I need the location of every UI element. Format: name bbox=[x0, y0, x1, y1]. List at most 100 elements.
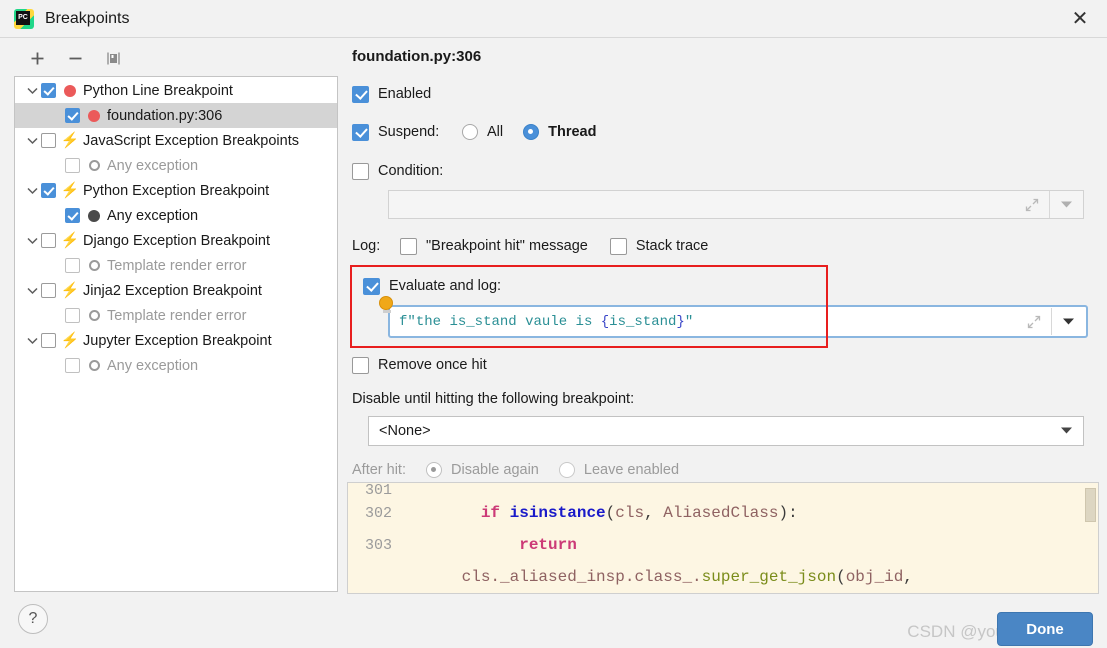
suspend-row: Suspend: All Thread bbox=[352, 119, 1092, 145]
evaluate-and-log-row: Evaluate and log: bbox=[352, 273, 1092, 299]
tree-item-label: Template render error bbox=[107, 307, 247, 324]
exception-bolt-icon: ⚡ bbox=[60, 282, 80, 299]
tree-item[interactable]: ⚡ Python Exception Breakpoint bbox=[15, 178, 337, 203]
after-hit-disable-again-radio[interactable] bbox=[426, 462, 442, 478]
tree-item[interactable]: Python Line Breakpoint bbox=[15, 78, 337, 103]
tree-item-checkbox[interactable] bbox=[65, 158, 80, 173]
tree-item-checkbox[interactable] bbox=[65, 308, 80, 323]
tree-item[interactable]: Template render error bbox=[15, 303, 337, 328]
remove-breakpoint-icon[interactable] bbox=[64, 47, 86, 69]
lightbulb-icon[interactable] bbox=[379, 296, 393, 313]
tree-item-label: Any exception bbox=[107, 157, 199, 174]
chevron-down-icon[interactable] bbox=[23, 237, 41, 245]
disable-until-combobox[interactable]: <None> bbox=[368, 416, 1084, 446]
condition-row: Condition: bbox=[352, 158, 1092, 184]
window-title: Breakpoints bbox=[45, 9, 130, 27]
log-hit-message-checkbox[interactable] bbox=[400, 237, 417, 255]
enabled-checkbox[interactable] bbox=[352, 85, 369, 103]
code-line-text: return bbox=[519, 536, 577, 554]
remove-once-hit-checkbox[interactable] bbox=[352, 356, 369, 374]
tree-item-checkbox[interactable] bbox=[65, 258, 80, 273]
tree-item[interactable]: Template render error bbox=[15, 253, 337, 278]
evaluate-expression-text: f"the is_stand vaule is {is_stand}" bbox=[399, 313, 694, 330]
chevron-down-icon[interactable] bbox=[23, 87, 41, 95]
done-button[interactable]: Done bbox=[997, 612, 1093, 646]
tree-item-checkbox[interactable] bbox=[65, 358, 80, 373]
tree-item[interactable]: foundation.py:306 bbox=[15, 103, 337, 128]
tree-item[interactable]: Any exception bbox=[15, 353, 337, 378]
tree-toolbar bbox=[14, 42, 338, 74]
enabled-row: Enabled bbox=[352, 81, 1092, 107]
condition-label: Condition: bbox=[378, 163, 444, 179]
close-icon[interactable]: ✕ bbox=[1065, 4, 1095, 34]
log-stack-trace-label: Stack trace bbox=[635, 238, 709, 254]
enabled-label-text: Enabled bbox=[378, 86, 432, 102]
tree-item-checkbox[interactable] bbox=[41, 333, 56, 348]
code-line: 302 if isinstance(cls, AliasedClass): bbox=[348, 497, 1098, 529]
evaluate-expression-field[interactable]: f"the is_stand vaule is {is_stand}" bbox=[388, 305, 1088, 338]
page-title: foundation.py:306 bbox=[352, 48, 482, 65]
tree-item-label: Python Exception Breakpoint bbox=[83, 182, 270, 199]
tree-item[interactable]: ⚡ Django Exception Breakpoint bbox=[15, 228, 337, 253]
suspend-all-radio[interactable] bbox=[462, 124, 478, 140]
evaluate-dropdown-icon[interactable] bbox=[1051, 308, 1085, 335]
code-scrollbar-thumb[interactable] bbox=[1085, 488, 1096, 522]
exception-ring-icon bbox=[87, 159, 101, 173]
suspend-checkbox[interactable] bbox=[352, 123, 369, 141]
chevron-down-icon[interactable] bbox=[23, 187, 41, 195]
add-breakpoint-icon[interactable] bbox=[26, 47, 48, 69]
exception-ring-icon bbox=[87, 309, 101, 323]
suspend-thread-radio[interactable] bbox=[523, 124, 540, 140]
exception-bolt-icon: ⚡ bbox=[60, 132, 80, 149]
chevron-down-icon[interactable] bbox=[23, 287, 41, 295]
exception-ring-icon bbox=[87, 359, 101, 373]
code-line: cls._aliased_insp.class_.super_get_json(… bbox=[348, 561, 1098, 593]
tree-item-label: Django Exception Breakpoint bbox=[83, 232, 271, 249]
condition-expand-icon[interactable] bbox=[1015, 191, 1049, 218]
window-titlebar: Breakpoints ✕ bbox=[0, 0, 1107, 38]
tree-item[interactable]: ⚡ Jinja2 Exception Breakpoint bbox=[15, 278, 337, 303]
breakpoint-dot-icon bbox=[63, 84, 77, 98]
tree-item-checkbox[interactable] bbox=[41, 233, 56, 248]
condition-field[interactable] bbox=[388, 190, 1084, 219]
evaluate-and-log-checkbox[interactable] bbox=[363, 277, 380, 295]
tree-item-checkbox[interactable] bbox=[41, 183, 56, 198]
condition-checkbox[interactable] bbox=[352, 162, 369, 180]
after-hit-leave-enabled-radio[interactable] bbox=[558, 462, 575, 478]
code-preview[interactable]: 301 302 if isinstance(cls, AliasedClass):… bbox=[347, 482, 1099, 594]
help-button[interactable]: ? bbox=[18, 604, 48, 634]
evaluate-expression-input[interactable]: f"the is_stand vaule is {is_stand}" bbox=[391, 308, 1017, 335]
suspend-label: Suspend: bbox=[378, 124, 440, 140]
condition-input[interactable] bbox=[389, 191, 1015, 218]
tree-item[interactable]: ⚡ Jupyter Exception Breakpoint bbox=[15, 328, 337, 353]
chevron-down-icon[interactable] bbox=[23, 137, 41, 145]
tree-item[interactable]: ⚡ JavaScript Exception Breakpoints bbox=[15, 128, 337, 153]
log-stack-trace-checkbox[interactable] bbox=[609, 237, 627, 255]
tree-item[interactable]: Any exception bbox=[15, 203, 337, 228]
breakpoints-tree[interactable]: Python Line Breakpoint foundation.py:306 ⚡… bbox=[14, 76, 338, 592]
condition-dropdown-icon[interactable] bbox=[1049, 191, 1083, 218]
group-breakpoints-icon[interactable] bbox=[102, 47, 124, 69]
breakpoint-dot-icon bbox=[87, 109, 101, 123]
breakpoint-details-pane: foundation.py:306 Enabled Suspend: All T… bbox=[352, 48, 1092, 483]
tree-item-checkbox[interactable] bbox=[41, 283, 56, 298]
evaluate-expand-icon[interactable] bbox=[1017, 308, 1051, 335]
tree-item-checkbox[interactable] bbox=[65, 208, 80, 223]
tree-item-checkbox[interactable] bbox=[41, 83, 56, 98]
disable-until-value: <None> bbox=[379, 423, 431, 439]
exception-bolt-icon: ⚡ bbox=[60, 332, 80, 349]
chevron-down-icon[interactable] bbox=[1060, 423, 1073, 439]
code-line-number: 301 bbox=[364, 482, 392, 499]
chevron-down-icon[interactable] bbox=[23, 337, 41, 345]
tree-item-checkbox[interactable] bbox=[41, 133, 56, 148]
tree-item-checkbox[interactable] bbox=[65, 108, 80, 123]
code-line: 303 return bbox=[348, 529, 1098, 561]
tree-item-label: Any exception bbox=[107, 357, 199, 374]
disable-until-label: Disable until hitting the following brea… bbox=[352, 391, 635, 407]
tree-item-label: Jinja2 Exception Breakpoint bbox=[83, 282, 262, 299]
after-hit-label: After hit: bbox=[352, 462, 406, 478]
remove-once-hit-label: Remove once hit bbox=[378, 357, 487, 373]
evaluate-and-log-label: Evaluate and log: bbox=[389, 278, 502, 294]
breakpoints-tree-pane: Python Line Breakpoint foundation.py:306 ⚡… bbox=[14, 42, 338, 592]
tree-item[interactable]: Any exception bbox=[15, 153, 337, 178]
